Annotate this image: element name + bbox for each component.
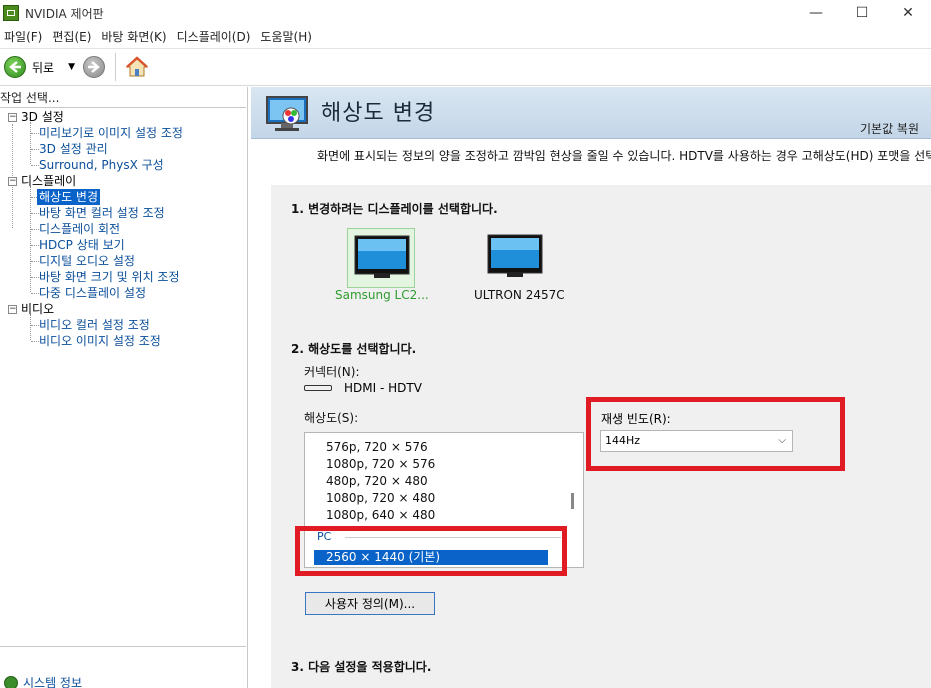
- menu-desktop[interactable]: 바탕 화면(K): [97, 28, 170, 45]
- back-label: 뒤로: [32, 60, 55, 75]
- task-tree: − 3D 설정 미리보기로 이미지 설정 조정 3D 설정 관리 Surroun…: [0, 107, 246, 647]
- page-title: 해상도 변경: [321, 101, 436, 126]
- toolbar: 뒤로 ▼: [0, 48, 931, 86]
- menu-bar: 파일(F) 편집(E) 바탕 화면(K) 디스플레이(D) 도움말(H): [0, 26, 931, 46]
- tree-item-preview-image[interactable]: 미리보기로 이미지 설정 조정: [39, 125, 183, 141]
- tree-line: [31, 229, 39, 230]
- toolbar-separator: [115, 53, 117, 81]
- tree-item-display-rotation[interactable]: 디스플레이 회전: [39, 221, 120, 237]
- main-content: 해상도 변경 기본값 복원 화면에 표시되는 정보의 양을 조정하고 깜박임 현…: [251, 87, 931, 688]
- highlight-resolution: [295, 526, 567, 576]
- connector-value-row: HDMI - HDTV: [304, 381, 422, 395]
- menu-edit[interactable]: 편집(E): [48, 28, 95, 45]
- tree-item-digital-audio[interactable]: 디지털 오디오 설정: [39, 253, 135, 269]
- menu-help[interactable]: 도움말(H): [256, 28, 316, 45]
- system-info-link[interactable]: 시스템 정보: [4, 674, 82, 688]
- display-label-ultron[interactable]: ULTRON 2457C: [474, 288, 565, 302]
- connector-value: HDMI - HDTV: [344, 381, 422, 395]
- tree-line: [31, 293, 39, 294]
- nvidia-app-icon: [3, 5, 19, 21]
- tree-category-video[interactable]: 비디오: [21, 301, 54, 317]
- tree-category-display[interactable]: 디스플레이: [21, 173, 76, 189]
- home-icon: [125, 56, 149, 77]
- hdmi-icon: [304, 385, 332, 391]
- task-select-header: 작업 선택...: [0, 91, 60, 105]
- display-settings-icon: [266, 96, 308, 131]
- back-button[interactable]: 뒤로: [4, 56, 54, 78]
- resolution-item[interactable]: 576p, 720 × 576: [326, 440, 428, 454]
- window-controls: — ☐ ✕: [793, 0, 931, 26]
- resolution-scrollbar[interactable]: [571, 493, 574, 509]
- resolution-item[interactable]: 1080p, 640 × 480: [326, 508, 435, 522]
- tree-line: [31, 277, 39, 278]
- tree-line: [31, 341, 39, 342]
- resolution-item[interactable]: 1080p, 720 × 576: [326, 457, 435, 471]
- back-arrow-icon: [4, 56, 26, 78]
- monitor-icon: [487, 234, 543, 277]
- resolution-item[interactable]: 1080p, 720 × 480: [326, 491, 435, 505]
- title-bar: NVIDIA 제어판 — ☐ ✕: [0, 0, 931, 26]
- display-tile-samsung[interactable]: [347, 228, 415, 288]
- resolution-label: 해상도(S):: [304, 411, 359, 425]
- display-tile-ultron[interactable]: [481, 228, 549, 288]
- tree-category-3d[interactable]: 3D 설정: [21, 109, 64, 125]
- monitor-icon: [354, 235, 410, 278]
- forward-arrow-icon: [83, 56, 106, 78]
- close-button[interactable]: ✕: [885, 0, 931, 26]
- menu-file[interactable]: 파일(F): [0, 28, 46, 45]
- tree-item-change-resolution[interactable]: 해상도 변경: [37, 189, 101, 205]
- tree-item-video-color[interactable]: 비디오 컬러 설정 조정: [39, 317, 150, 333]
- window-title: NVIDIA 제어판: [25, 6, 104, 21]
- page-description: 화면에 표시되는 정보의 양을 조정하고 깜박임 현상을 줄일 수 있습니다. …: [317, 149, 931, 163]
- tree-item-hdcp-status[interactable]: HDCP 상태 보기: [39, 237, 125, 253]
- tree-item-surround-physx[interactable]: Surround, PhysX 구성: [39, 157, 164, 173]
- tree-item-3d-settings[interactable]: 3D 설정 관리: [39, 141, 108, 157]
- collapse-video-icon[interactable]: −: [8, 305, 17, 314]
- step2-title: 2. 해상도를 선택합니다.: [291, 342, 417, 356]
- display-label-samsung[interactable]: Samsung LC2...: [335, 288, 429, 302]
- tree-line: [31, 245, 39, 246]
- tree-line: [31, 213, 39, 214]
- page-header: 해상도 변경 기본값 복원: [251, 87, 931, 139]
- tree-item-desktop-size-position[interactable]: 바탕 화면 크기 및 위치 조정: [39, 269, 180, 285]
- home-button[interactable]: [124, 54, 150, 80]
- step3-title: 3. 다음 설정을 적용합니다.: [291, 660, 432, 674]
- system-info-icon: [4, 675, 18, 688]
- collapse-3d-icon[interactable]: −: [8, 113, 17, 122]
- highlight-refresh-rate: [586, 397, 845, 471]
- tree-item-desktop-color[interactable]: 바탕 화면 컬러 설정 조정: [39, 205, 165, 221]
- custom-resolution-button[interactable]: 사용자 정의(M)...: [305, 592, 435, 615]
- tree-line: [30, 122, 31, 164]
- tree-item-video-image[interactable]: 비디오 이미지 설정 조정: [39, 333, 161, 349]
- tree-line: [30, 314, 31, 340]
- task-panel: 작업 선택... − 3D 설정 미리보기로 이미지 설정 조정 3D 설정 관…: [0, 87, 248, 688]
- tree-line: [31, 261, 39, 262]
- minimize-button[interactable]: —: [793, 0, 839, 26]
- maximize-button[interactable]: ☐: [839, 0, 885, 26]
- resolution-item[interactable]: 480p, 720 × 480: [326, 474, 428, 488]
- forward-button[interactable]: [83, 56, 106, 78]
- tree-line: [31, 325, 39, 326]
- back-history-dropdown-icon[interactable]: ▼: [68, 62, 75, 72]
- step1-title: 1. 변경하려는 디스플레이를 선택합니다.: [291, 202, 498, 216]
- collapse-display-icon[interactable]: −: [8, 177, 17, 186]
- tree-line: [31, 133, 39, 134]
- tree-line: [31, 149, 39, 150]
- tree-line: [31, 165, 39, 166]
- connector-label: 커넥터(N):: [304, 365, 360, 379]
- menu-display[interactable]: 디스플레이(D): [173, 28, 255, 45]
- restore-default-link[interactable]: 기본값 복원: [860, 120, 919, 137]
- tree-item-multiple-displays[interactable]: 다중 디스플레이 설정: [39, 285, 146, 301]
- system-info-label: 시스템 정보: [23, 676, 83, 688]
